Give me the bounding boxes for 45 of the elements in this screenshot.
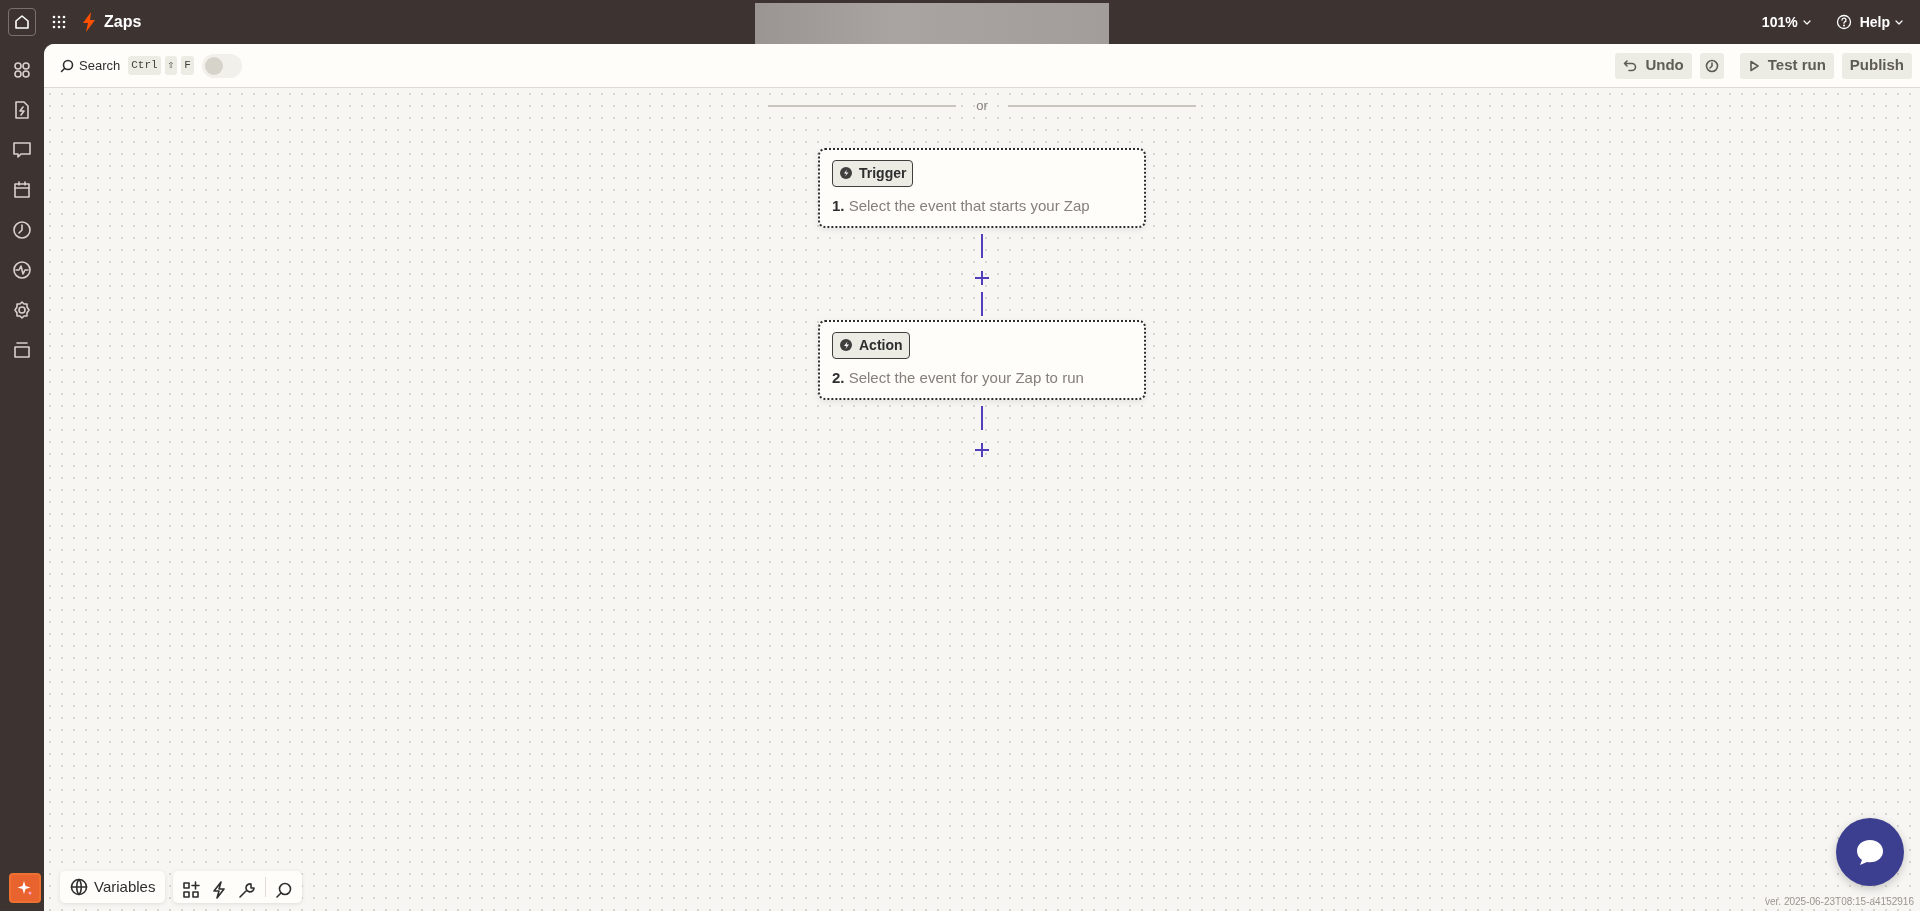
chat-button[interactable] bbox=[1836, 818, 1904, 886]
clock-icon[interactable] bbox=[12, 220, 32, 240]
activity-icon[interactable] bbox=[12, 260, 32, 280]
connector-line bbox=[981, 405, 983, 430]
home-icon[interactable] bbox=[8, 8, 36, 36]
connector-line bbox=[981, 291, 983, 316]
help-button[interactable]: Help bbox=[1835, 11, 1904, 33]
settings-icon[interactable] bbox=[12, 300, 32, 320]
help-icon bbox=[1835, 14, 1852, 30]
app-title: Zaps bbox=[104, 12, 142, 32]
lightning-icon bbox=[82, 12, 96, 32]
clock-icon bbox=[1704, 58, 1719, 73]
apps-grid-icon[interactable] bbox=[52, 15, 66, 29]
play-icon bbox=[1747, 59, 1760, 72]
publish-button[interactable]: Publish bbox=[1841, 52, 1912, 79]
version-label: ver. 2025-06-23T08:15-a4152916 bbox=[1765, 895, 1914, 909]
speech-bubble-icon bbox=[1855, 838, 1885, 866]
apps-icon[interactable] bbox=[12, 60, 32, 80]
search-button[interactable]: Search bbox=[60, 55, 121, 76]
globe-icon bbox=[70, 878, 88, 896]
test-run-button[interactable]: Test run bbox=[1739, 52, 1834, 79]
stack-icon[interactable] bbox=[12, 340, 32, 360]
step-card[interactable]: Trigger 1. Select the event that starts your Zap bbox=[818, 147, 1146, 228]
shortcut-key: Ctrl bbox=[128, 56, 161, 75]
step-description: 2. Select the event for your Zap to run bbox=[832, 367, 1085, 388]
ai-assistant-button[interactable] bbox=[9, 873, 41, 903]
divider-label: or bbox=[976, 97, 988, 115]
calendar-icon[interactable] bbox=[12, 180, 32, 200]
sparkle-icon bbox=[17, 880, 33, 896]
history-button[interactable] bbox=[1699, 52, 1724, 79]
step-card[interactable]: Action 2. Select the event for your Zap to run bbox=[818, 319, 1146, 400]
step-badge: Action bbox=[832, 331, 910, 359]
chat-icon[interactable] bbox=[12, 140, 32, 160]
step-badge: Trigger bbox=[832, 159, 914, 187]
shortcut-key: F bbox=[181, 56, 194, 75]
shortcut-key: ⇧ bbox=[164, 56, 178, 75]
undo-icon bbox=[1623, 58, 1638, 73]
document-icon[interactable] bbox=[12, 100, 32, 120]
search-icon bbox=[60, 58, 74, 73]
toggle-switch[interactable] bbox=[201, 53, 242, 78]
variables-button[interactable]: Variables bbox=[60, 871, 166, 903]
step-description: 1. Select the event that starts your Zap bbox=[832, 195, 1091, 216]
connector-line bbox=[981, 233, 983, 258]
zoom-dropdown[interactable]: 101% bbox=[1761, 11, 1812, 33]
undo-button[interactable]: Undo bbox=[1615, 52, 1692, 79]
